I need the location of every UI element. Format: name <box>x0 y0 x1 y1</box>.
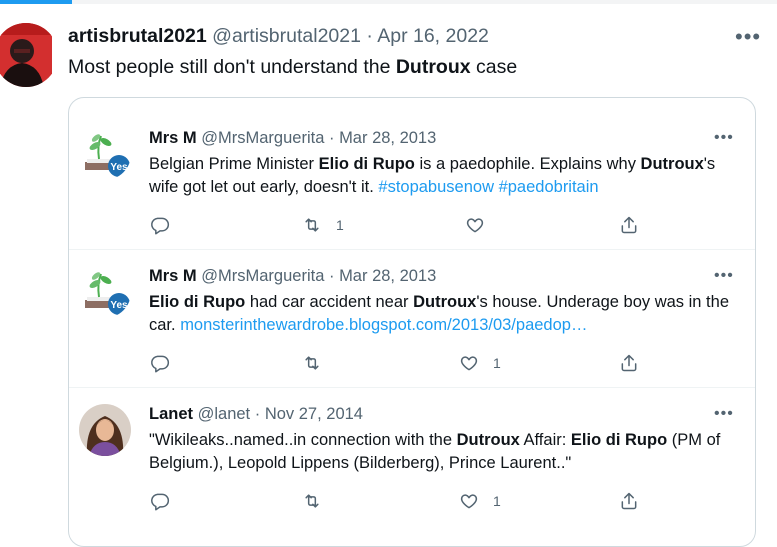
like-button[interactable]: 1 <box>459 353 501 373</box>
text-bold-segment: Dutroux <box>456 431 520 449</box>
heart-icon <box>460 356 478 371</box>
share-icon <box>621 492 637 510</box>
tweet-date[interactable]: Mar 28, 2013 <box>339 129 436 147</box>
text-bold-segment: Elio di Rupo <box>318 155 415 173</box>
heart-icon <box>466 218 484 233</box>
reply-button[interactable] <box>150 491 170 511</box>
like-button[interactable]: 1 <box>459 491 501 511</box>
like-button[interactable] <box>465 215 499 235</box>
separator-dot: · <box>328 129 335 147</box>
tweet-text: Elio di Rupo had car accident near Dutro… <box>149 291 729 337</box>
author-name[interactable]: Mrs M <box>149 129 197 147</box>
svg-text:Yes: Yes <box>110 162 128 173</box>
text-bold-segment: Dutroux <box>640 155 704 173</box>
separator-dot: · <box>328 267 335 285</box>
tweet-header: Mrs M @MrsMarguerita · Mar 28, 2013 <box>149 267 436 286</box>
tweet-date[interactable]: Mar 28, 2013 <box>339 267 436 285</box>
scroll-indicator-accent <box>0 0 72 4</box>
author-handle[interactable]: @MrsMarguerita <box>201 267 324 285</box>
reply-icon <box>151 493 170 511</box>
reply-button[interactable] <box>150 215 170 235</box>
more-icon[interactable]: ••• <box>714 268 734 284</box>
hashtag-link[interactable]: #stopabusenow <box>378 178 494 196</box>
author-handle[interactable]: @artisbrutal2021 <box>212 25 361 47</box>
retweet-count: 1 <box>336 217 344 233</box>
retweet-icon <box>305 218 319 232</box>
more-icon[interactable]: ••• <box>714 130 734 146</box>
reply-icon <box>151 355 170 373</box>
top-scroll-indicator <box>0 0 777 4</box>
text-bold-segment: Elio di Rupo <box>570 431 668 449</box>
main-tweet-header: artisbrutal2021 @artisbrutal2021 · Apr 1… <box>68 25 489 48</box>
text-segment: Affair: <box>519 431 571 449</box>
share-icon <box>621 216 637 234</box>
share-button[interactable] <box>619 215 639 235</box>
tweet-date[interactable]: Apr 16, 2022 <box>377 25 489 47</box>
svg-text:Yes: Yes <box>110 300 128 311</box>
main-tweet-text: Most people still don't understand the D… <box>68 56 517 79</box>
text-segment: Belgian Prime Minister <box>149 155 319 173</box>
url-link[interactable]: monsterinthewardrobe.blogspot.com/2013/0… <box>180 316 587 334</box>
more-icon[interactable]: ••• <box>714 406 734 422</box>
tweet-text: Belgian Prime Minister Elio di Rupo is a… <box>149 153 729 199</box>
tweet-header: Lanet @lanet · Nov 27, 2014 <box>149 405 363 424</box>
embedded-thread-card[interactable]: Yes Mrs M @MrsMarguerita · Mar 28, 2013 … <box>68 97 756 547</box>
heart-icon <box>460 494 478 509</box>
text-segment: "Wikileaks..named..in connection with th… <box>149 431 457 449</box>
author-name[interactable]: Mrs M <box>149 267 197 285</box>
like-count: 1 <box>493 355 501 371</box>
tweet-text: "Wikileaks..named..in connection with th… <box>149 429 729 475</box>
author-handle[interactable]: @MrsMarguerita <box>201 129 324 147</box>
reply-button[interactable] <box>150 353 170 373</box>
avatar-mrs-m[interactable]: Yes <box>79 128 131 180</box>
author-name[interactable]: Lanet <box>149 405 193 423</box>
retweet-button[interactable] <box>302 353 336 373</box>
separator-dot: · <box>366 25 373 47</box>
text-segment: had car accident near <box>245 293 414 311</box>
tweet-divider <box>69 387 755 388</box>
hashtag-link[interactable]: #paedobritain <box>499 178 599 196</box>
retweet-icon <box>305 356 319 370</box>
author-handle[interactable]: @lanet <box>198 405 251 423</box>
main-avatar[interactable] <box>0 21 52 88</box>
like-count: 1 <box>493 493 501 509</box>
avatar-mrs-m[interactable]: Yes <box>79 266 131 318</box>
text-segment: is a paedophile. Explains why <box>414 155 641 173</box>
reply-icon <box>151 217 170 235</box>
separator-dot: · <box>254 405 261 423</box>
author-name[interactable]: artisbrutal2021 <box>68 25 207 47</box>
retweet-icon <box>305 494 319 508</box>
more-icon[interactable]: ••• <box>735 26 761 48</box>
share-button[interactable] <box>619 491 639 511</box>
avatar-lanet[interactable] <box>79 404 131 456</box>
retweet-button[interactable] <box>302 491 336 511</box>
tweet-date[interactable]: Nov 27, 2014 <box>265 405 363 423</box>
text-segment: case <box>470 56 518 78</box>
text-bold-segment: Dutroux <box>395 56 471 78</box>
tweet-header: Mrs M @MrsMarguerita · Mar 28, 2013 <box>149 129 436 148</box>
text-segment: Most people still don't understand the <box>68 56 396 78</box>
share-icon <box>621 354 637 372</box>
tweet-divider <box>69 249 755 250</box>
text-bold-segment: Dutroux <box>413 293 477 311</box>
retweet-button[interactable]: 1 <box>302 215 344 235</box>
share-button[interactable] <box>619 353 639 373</box>
text-bold-segment: Elio di Rupo <box>149 293 246 311</box>
